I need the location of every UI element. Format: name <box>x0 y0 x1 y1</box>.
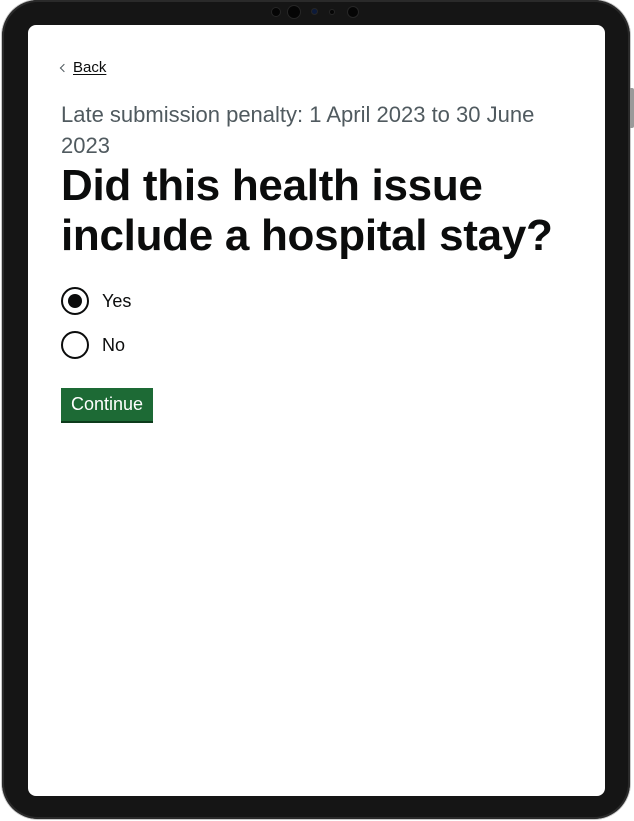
radio-option-no[interactable]: No <box>61 327 131 363</box>
page-caption: Late submission penalty: 1 April 2023 to… <box>61 102 535 158</box>
page-title: Did this health issue include a hospital… <box>61 161 553 260</box>
sensor-dot-icon <box>330 10 334 14</box>
front-camera-icon <box>288 6 300 18</box>
chevron-left-icon <box>59 63 69 73</box>
radio-label-yes: Yes <box>102 290 132 311</box>
radio-button-no[interactable] <box>61 331 89 359</box>
camera-bar <box>264 4 368 20</box>
side-button <box>630 88 634 128</box>
sensor-dot-icon <box>272 8 280 16</box>
radio-option-yes[interactable]: Yes <box>61 283 131 319</box>
sensor-dot-icon <box>348 7 358 17</box>
screen: Back Late submission penalty: 1 April 20… <box>28 25 605 796</box>
back-link-label: Back <box>73 59 107 76</box>
continue-button[interactable]: Continue <box>61 388 154 421</box>
radio-button-yes[interactable] <box>61 287 89 315</box>
back-link[interactable]: Back <box>59 59 107 76</box>
radio-group: Yes No <box>61 283 131 371</box>
sensor-dot-icon <box>312 9 317 14</box>
radio-label-no: No <box>102 334 126 355</box>
tablet-device: Back Late submission penalty: 1 April 20… <box>0 0 634 821</box>
